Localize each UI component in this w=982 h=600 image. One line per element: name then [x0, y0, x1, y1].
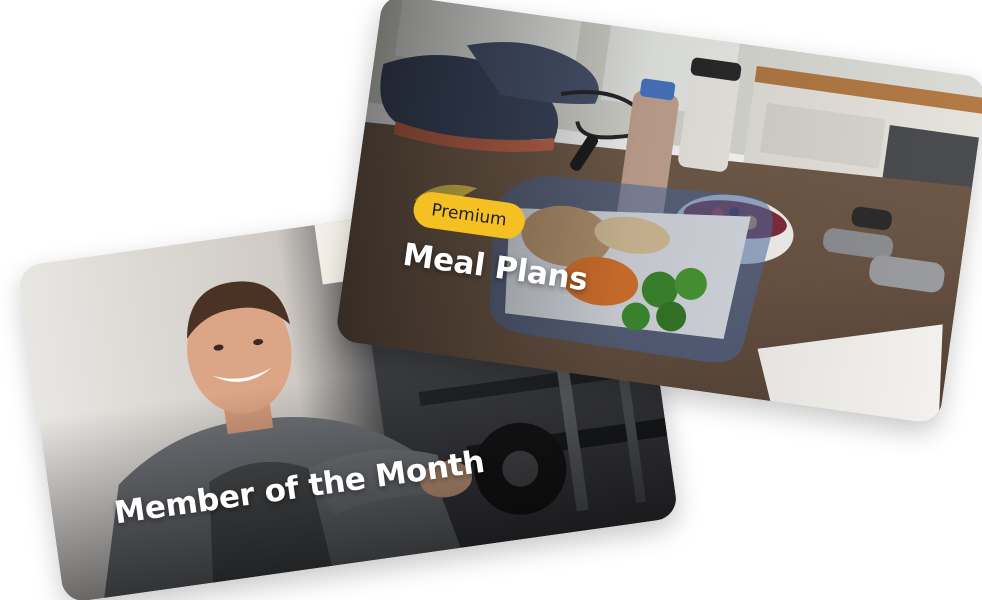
promo-cards-stage: Member of the Month Premium Meal Plans	[0, 0, 982, 600]
